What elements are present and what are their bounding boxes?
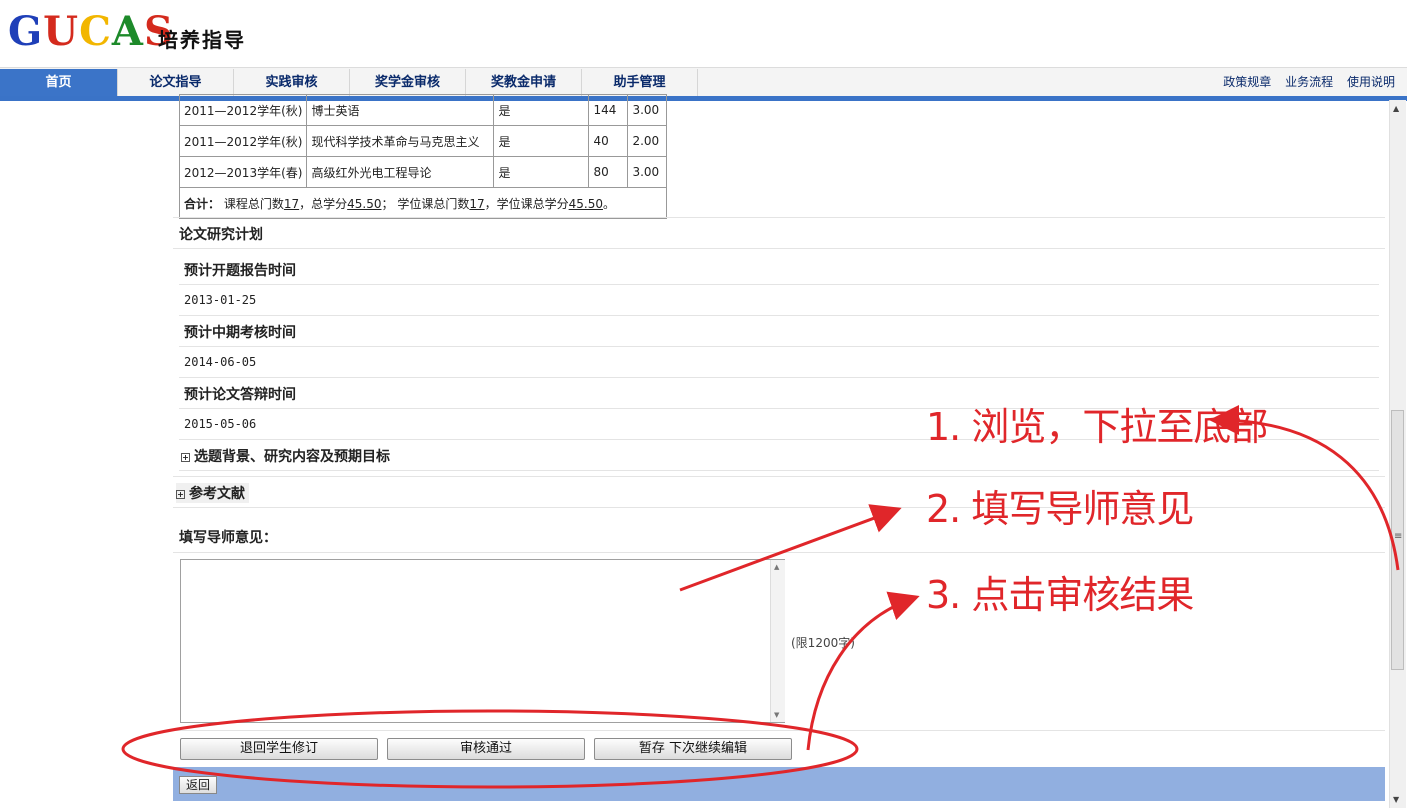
return-to-student-button[interactable]: 退回学生修订 [180,738,378,760]
divider [179,377,1379,378]
approve-button[interactable]: 审核通过 [387,738,585,760]
defense-value: 2015-05-06 [184,417,257,431]
references-toggle[interactable]: + 参考文献 [176,483,249,503]
expand-icon: + [176,489,185,499]
divider [179,470,1379,471]
save-draft-button[interactable]: 暂存 下次继续编辑 [594,738,792,760]
course-term: 2011—2012学年(秋) [178,94,308,126]
back-button[interactable]: 返回 [179,776,217,794]
nav-item-assistant-management[interactable]: 助手管理 [582,69,698,96]
annotation-step3: 3. 点击审核结果 [926,573,1194,617]
page-scrollbar[interactable]: ▲ ▼ [1389,100,1406,808]
course-hours: 80 [588,156,629,188]
background-toggle[interactable]: + 选题背景、研究内容及预期目标 [181,446,390,466]
divider [173,217,1385,218]
table-total-row: 合计： 课程总门数17，总学分45.50； 学位课总门数17，学位课总学分45.… [178,187,668,219]
scroll-up-icon: ▲ [774,563,780,571]
opinion-label: 填写导师意见： [179,530,277,546]
scroll-down-icon[interactable]: ▼ [1393,795,1399,804]
advisor-opinion-textarea[interactable] [180,559,785,723]
course-credit: 2.00 [627,125,668,157]
divider [173,476,1385,477]
nav-item-practice-review[interactable]: 实践审核 [234,69,350,96]
course-name: 高级红外光电工程导论 [306,156,495,188]
arrow-step3 [806,591,920,751]
nav-item-teaching-award[interactable]: 奖教金申请 [466,69,582,96]
defense-label: 预计论文答辩时间 [184,387,296,403]
nav-item-home[interactable]: 首页 [0,69,118,96]
opening-label: 预计开题报告时间 [184,263,296,279]
textarea-scrollbar[interactable]: ▲ ▼ [770,560,785,722]
course-name: 博士英语 [306,94,495,126]
course-credit: 3.00 [627,94,668,126]
course-credit: 3.00 [627,156,668,188]
divider [179,284,1379,285]
scroll-down-icon: ▼ [774,711,780,719]
course-hours: 40 [588,125,629,157]
annotation-step1: 1. 浏览，下拉至底部 [926,405,1268,449]
char-limit-note: (限1200字) [791,636,855,650]
logo-subtitle: 培养指导 [158,28,246,52]
divider [173,730,1385,731]
scrollbar-thumb[interactable] [1391,410,1404,670]
expand-icon: + [181,452,190,462]
course-degree: 是 [493,94,590,126]
annotation-step2: 2. 填写导师意见 [926,487,1194,531]
link-policies[interactable]: 政策规章 [1223,75,1271,89]
table-row: 2012—2013学年(春) 高级红外光电工程导论 是 80 3.00 [178,156,668,188]
table-row: 2011—2012学年(秋) 现代科学技术革命与马克思主义 是 40 2.00 [178,125,668,157]
nav-right-links: 政策规章 业务流程 使用说明 [1213,69,1395,96]
course-total: 合计： 课程总门数17，总学分45.50； 学位课总门数17，学位课总学分45.… [178,187,668,219]
link-help[interactable]: 使用说明 [1347,75,1395,89]
divider [173,552,1385,553]
opening-value: 2013-01-25 [184,293,257,307]
gucas-logo: GUCAS [8,8,174,55]
bottom-bar: 返回 [173,767,1385,801]
main-nav: 首页 论文指导 实践审核 奖学金审核 奖教金申请 助手管理 政策规章 业务流程 … [0,67,1407,101]
divider [179,315,1379,316]
course-degree: 是 [493,156,590,188]
course-term: 2011—2012学年(秋) [178,125,308,157]
link-workflow[interactable]: 业务流程 [1285,75,1333,89]
divider [173,507,1385,508]
nav-item-thesis-guidance[interactable]: 论文指导 [118,69,234,96]
midterm-label: 预计中期考核时间 [184,325,296,341]
divider [179,346,1379,347]
course-name: 现代科学技术革命与马克思主义 [306,125,495,157]
divider [173,248,1385,249]
course-degree: 是 [493,125,590,157]
plan-title: 论文研究计划 [179,227,263,243]
table-row: 2011—2012学年(秋) 博士英语 是 144 3.00 [178,94,668,126]
header: GUCAS 培养指导 [0,0,1407,67]
course-table: 2011—2012学年(秋) 博士英语 是 144 3.00 2011—2012… [178,94,668,219]
midterm-value: 2014-06-05 [184,355,257,369]
scroll-up-icon[interactable]: ▲ [1393,104,1399,113]
course-term: 2012—2013学年(春) [178,156,308,188]
nav-item-scholarship-review[interactable]: 奖学金审核 [350,69,466,96]
course-hours: 144 [588,94,629,126]
